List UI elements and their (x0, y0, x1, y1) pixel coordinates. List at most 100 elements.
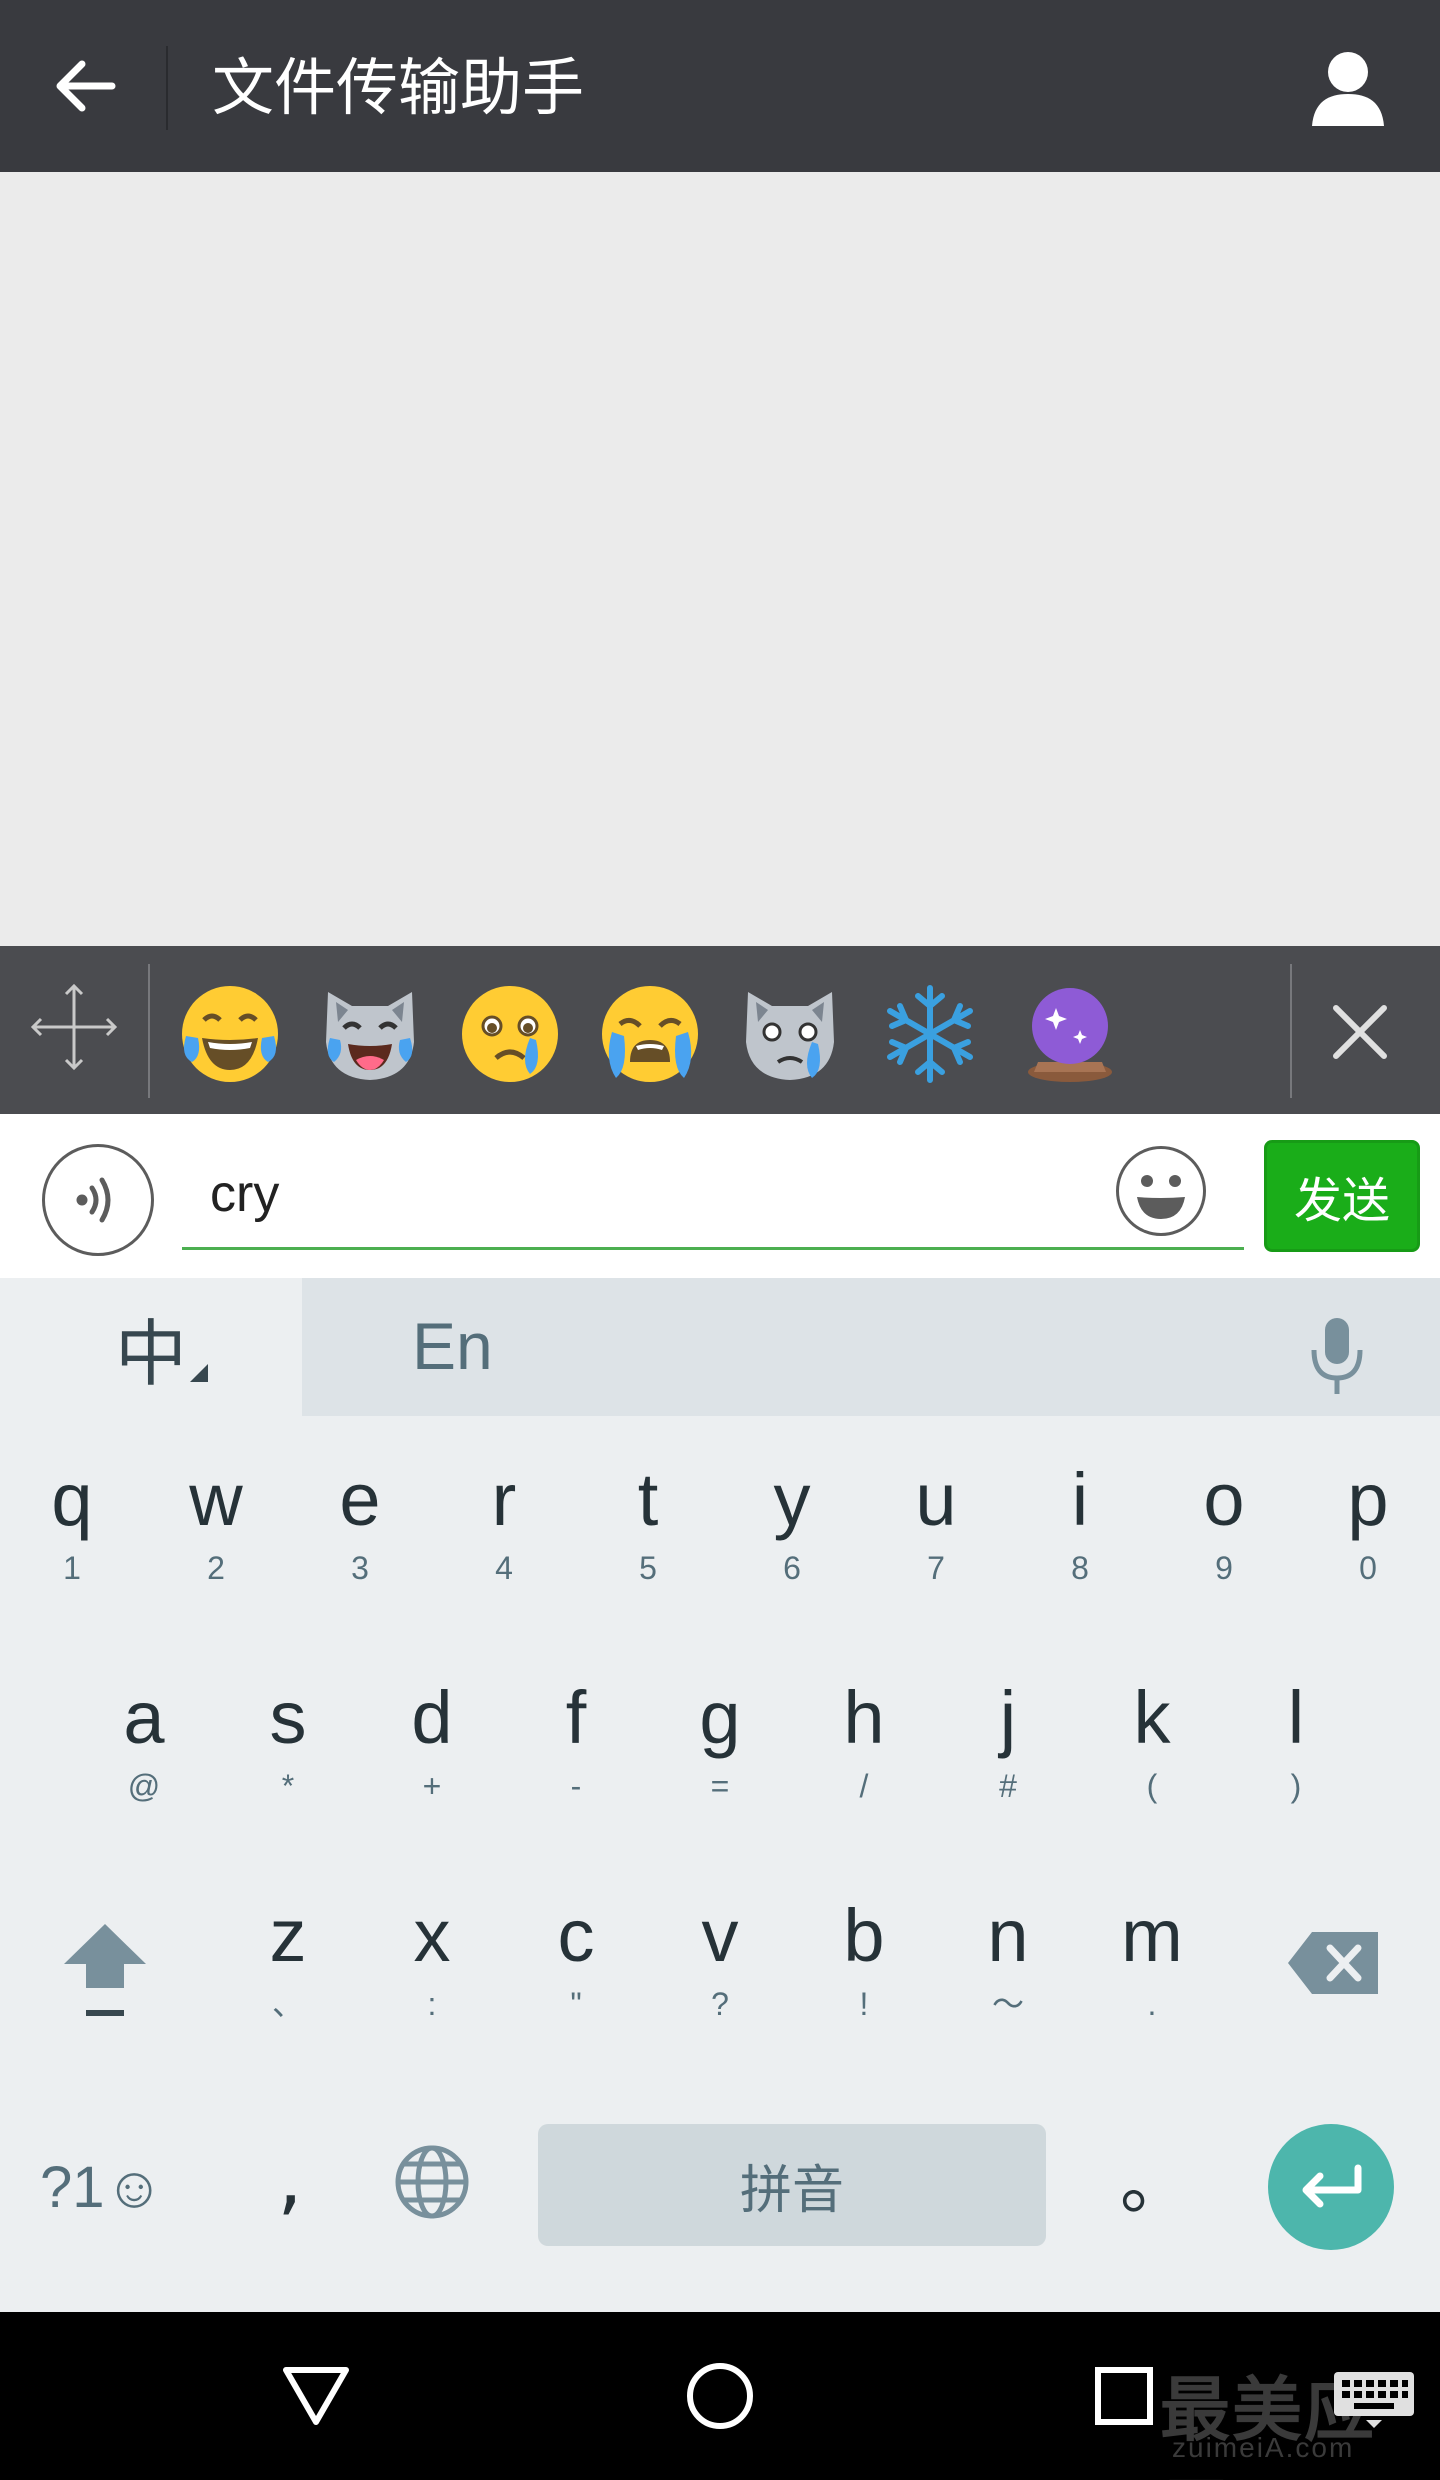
backspace-key-icon[interactable] (1286, 1928, 1382, 1998)
key-secondary: 9 (1215, 1550, 1233, 1586)
recents-square-icon[interactable] (1076, 2348, 1172, 2444)
key-secondary: 7 (927, 1550, 945, 1586)
key-secondary: / (859, 1768, 869, 1804)
key-a[interactable]: a @ (72, 1668, 216, 1818)
suggestion-en[interactable]: En (412, 1308, 493, 1384)
key-letter: e (339, 1458, 381, 1541)
key-letter: o (1203, 1458, 1245, 1541)
key-secondary: @ (127, 1768, 161, 1804)
key-w[interactable]: w2 (144, 1450, 288, 1600)
enter-key-icon[interactable] (1268, 2124, 1394, 2250)
microphone-icon[interactable] (1302, 1316, 1372, 1396)
message-composer: cry 发送 (0, 1114, 1440, 1278)
key-letter: f (565, 1676, 587, 1759)
key-d[interactable]: d + (360, 1668, 504, 1818)
key-h[interactable]: h / (792, 1668, 936, 1818)
symbols-key[interactable]: ?1☺ (40, 2138, 164, 2238)
key-letter: s (269, 1676, 307, 1759)
watermark-domain: zuimeiA.com (1172, 2432, 1355, 2463)
key-letter: w (189, 1458, 243, 1541)
key-f[interactable]: f- (504, 1668, 648, 1818)
key-secondary: ! (859, 1986, 869, 2022)
key-letter: n (987, 1894, 1029, 1977)
key-k[interactable]: k( (1080, 1668, 1224, 1818)
key-i[interactable]: i8 (1008, 1450, 1152, 1600)
move-arrows-icon[interactable] (24, 972, 124, 1082)
key-secondary: 5 (639, 1550, 657, 1586)
key-e[interactable]: e3 (288, 1450, 432, 1600)
key-x[interactable]: x: (360, 1886, 504, 2036)
period-key[interactable]: 。 (1120, 2128, 1190, 2238)
key-secondary: + (422, 1768, 442, 1804)
key-y[interactable]: y6 (720, 1450, 864, 1600)
message-input[interactable]: cry (182, 1154, 1244, 1250)
key-s[interactable]: s * (216, 1668, 360, 1818)
key-secondary: " (570, 1986, 582, 2022)
key-letter: l (1287, 1676, 1305, 1759)
crying-cat-icon[interactable] (738, 982, 842, 1086)
key-j[interactable]: j # (936, 1668, 1080, 1818)
key-l[interactable]: l) (1224, 1668, 1368, 1818)
chat-message-area[interactable] (0, 172, 1440, 946)
key-letter: x (413, 1894, 451, 1977)
chat-info-person-icon[interactable] (1306, 46, 1390, 130)
key-letter: h (843, 1676, 885, 1759)
key-secondary: ) (1290, 1768, 1302, 1804)
weary-face-icon[interactable] (598, 982, 702, 1086)
key-letter: p (1347, 1458, 1389, 1541)
globe-icon[interactable] (392, 2142, 472, 2222)
crying-face-icon[interactable] (458, 982, 562, 1086)
keyboard-switch-icon[interactable] (1332, 2370, 1416, 2430)
strip-separator (1290, 964, 1292, 1098)
key-letter: j (999, 1676, 1017, 1759)
key-secondary: 3 (351, 1550, 369, 1586)
key-u[interactable]: u7 (864, 1450, 1008, 1600)
face-tears-of-joy-icon[interactable] (178, 982, 282, 1086)
key-secondary: 1 (63, 1550, 81, 1586)
key-letter: v (701, 1894, 739, 1977)
back-arrow-icon[interactable] (40, 46, 130, 126)
key-p[interactable]: p0 (1296, 1450, 1440, 1600)
key-secondary: 6 (783, 1550, 801, 1586)
language-switch-key[interactable]: 中 (0, 1278, 302, 1416)
comma-key[interactable]: , (270, 2128, 310, 2228)
cat-tears-of-joy-icon[interactable] (318, 982, 422, 1086)
key-n[interactable]: n ～ (936, 1886, 1080, 2036)
key-c[interactable]: c " (504, 1886, 648, 2036)
voice-input-icon[interactable] (42, 1144, 154, 1256)
key-m[interactable]: m. (1080, 1886, 1224, 2036)
key-z[interactable]: z、 (216, 1886, 360, 2036)
key-g[interactable]: g = (648, 1668, 792, 1818)
send-button[interactable]: 发送 (1264, 1140, 1420, 1252)
key-secondary: 4 (495, 1550, 513, 1586)
key-r[interactable]: r4 (432, 1450, 576, 1600)
home-circle-icon[interactable] (672, 2348, 768, 2444)
close-icon[interactable] (1310, 982, 1410, 1082)
key-secondary: 2 (207, 1550, 225, 1586)
shift-key-icon[interactable] (60, 1918, 150, 2028)
key-letter: c (557, 1894, 595, 1977)
key-letter: t (637, 1458, 659, 1541)
space-key[interactable]: 拼音 (538, 2124, 1046, 2246)
key-letter: d (411, 1676, 453, 1759)
key-letter: y (773, 1458, 811, 1541)
key-q[interactable]: q1 (0, 1450, 144, 1600)
key-t[interactable]: t5 (576, 1450, 720, 1600)
key-secondary: . (1147, 1986, 1157, 2022)
keyboard-toolbar: 中 En (0, 1278, 1440, 1416)
key-letter: u (915, 1458, 957, 1541)
crystal-ball-icon[interactable] (1018, 982, 1122, 1086)
key-secondary: 8 (1071, 1550, 1089, 1586)
key-o[interactable]: o9 (1152, 1450, 1296, 1600)
emoji-picker-smiley-icon[interactable] (1116, 1146, 1206, 1236)
key-secondary: - (570, 1768, 582, 1804)
key-b[interactable]: b! (792, 1886, 936, 2036)
key-letter: k (1133, 1676, 1171, 1759)
key-secondary: ～ (991, 1986, 1024, 2022)
key-letter: i (1071, 1458, 1089, 1541)
back-triangle-icon[interactable] (268, 2348, 364, 2444)
key-v[interactable]: v? (648, 1886, 792, 2036)
key-letter: m (1121, 1894, 1183, 1977)
snowflake-icon[interactable] (878, 982, 982, 1086)
key-secondary: # (999, 1768, 1017, 1804)
